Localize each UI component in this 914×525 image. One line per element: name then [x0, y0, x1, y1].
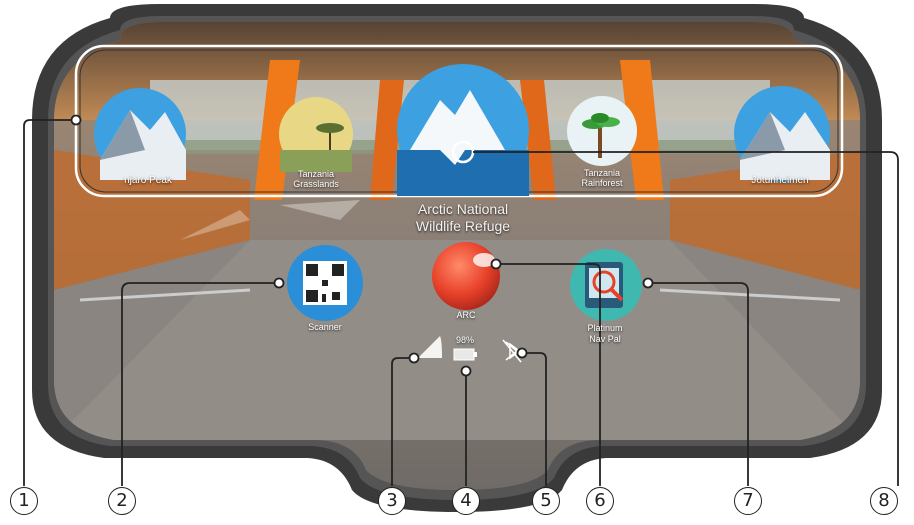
app-scanner[interactable]	[287, 245, 363, 321]
callout-2: 2	[108, 487, 136, 515]
carousel-item-grasslands[interactable]	[279, 97, 353, 172]
carousel-label-kilimanjaro: njaro Peak	[124, 175, 172, 186]
callout-4: 4	[452, 487, 480, 515]
carousel-selected-title-line1: Arctic National	[417, 201, 509, 217]
callout-8: 8	[870, 487, 898, 515]
battery-percent: 98%	[455, 335, 474, 345]
app-label-arc: ARC	[456, 310, 476, 320]
carousel-item-rainforest[interactable]	[567, 96, 637, 166]
carousel-label-jotunheimen: Jotunheimen	[751, 175, 809, 186]
carousel-selected-title-line2: Wildlife Refuge	[415, 218, 511, 234]
carousel-item-kilimanjaro[interactable]	[94, 88, 186, 180]
app-platinum-nav-pal[interactable]	[570, 249, 642, 321]
callout-1: 1	[10, 487, 38, 515]
carousel-label-rainforest-line2: Rainforest	[581, 178, 623, 188]
app-arc[interactable]	[432, 242, 500, 310]
carousel-item-jotunheimen[interactable]	[734, 86, 830, 182]
app-label-platinum-line1: Platinum	[587, 323, 623, 333]
battery-icon	[453, 348, 477, 361]
callout-5: 5	[532, 487, 560, 515]
carousel-item-arctic[interactable]	[397, 64, 529, 196]
callout-7: 7	[734, 487, 762, 515]
headset-illustration	[23, 4, 899, 512]
carousel-label-rainforest-line1: Tanzania	[583, 168, 621, 178]
app-label-scanner: Scanner	[308, 322, 342, 332]
callout-6: 6	[586, 487, 614, 515]
carousel-label-grasslands-line1: Tanzania	[297, 169, 335, 179]
carousel-label-grasslands-line2: Grasslands	[293, 179, 339, 189]
app-label-platinum-line2: Nav Pal	[589, 334, 621, 344]
callout-3: 3	[378, 487, 406, 515]
